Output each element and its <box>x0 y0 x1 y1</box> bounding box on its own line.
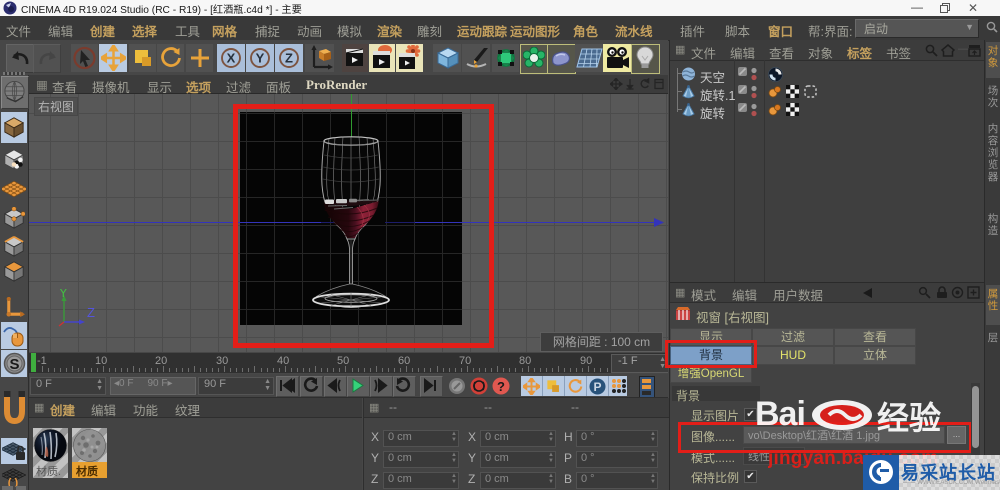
svg-text:Z: Z <box>285 51 293 66</box>
svg-text:?: ? <box>497 379 505 394</box>
svg-text:Y: Y <box>59 289 68 300</box>
svg-text:S: S <box>9 356 19 373</box>
svg-text:P: P <box>593 380 601 394</box>
svg-text:X: X <box>227 51 236 66</box>
svg-text:Y: Y <box>256 51 265 66</box>
svg-text:Z: Z <box>87 305 95 320</box>
